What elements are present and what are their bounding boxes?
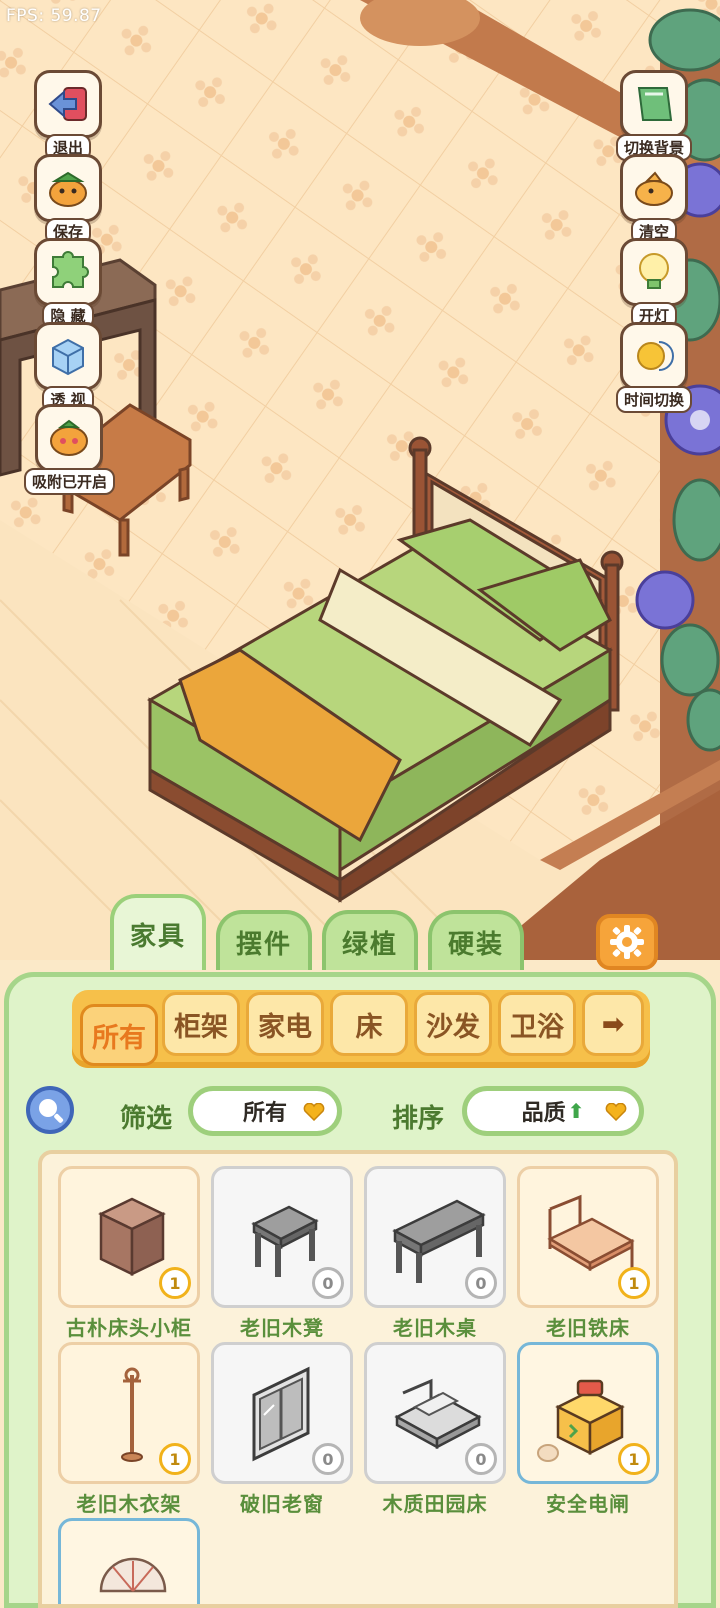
item-card-coat-rack[interactable]: 1 bbox=[58, 1342, 200, 1484]
category-appliances-label: 家电 bbox=[258, 1011, 312, 1043]
fps-counter: FPS: 59.87 bbox=[6, 6, 102, 26]
light-bulb-icon bbox=[620, 238, 688, 306]
tab-hardware-label: 硬装 bbox=[447, 929, 504, 960]
item-name: 木质田园床 bbox=[382, 1492, 488, 1516]
category-beds[interactable]: 床 bbox=[330, 992, 408, 1056]
tab-ornaments[interactable]: 摆件 bbox=[216, 910, 312, 970]
tab-hardware[interactable]: 硬装 bbox=[428, 910, 524, 970]
sort-label: 排序 bbox=[392, 1104, 445, 1134]
sort-ascending-icon: ⬆ bbox=[567, 1099, 585, 1123]
background-switch-icon bbox=[620, 70, 688, 138]
perspective-box-icon bbox=[34, 322, 102, 390]
clear-button[interactable]: 清空 bbox=[606, 154, 702, 245]
time-switch-icon bbox=[620, 322, 688, 390]
settings-button[interactable] bbox=[596, 914, 658, 970]
category-beds-label: 床 bbox=[355, 1011, 383, 1043]
search-icon bbox=[39, 1099, 64, 1123]
fan-item-icon bbox=[99, 1557, 167, 1593]
room-scene[interactable]: FPS: 59.87 退出 保存 隐 藏 透 视 吸附已开启 切换背景 清空 开… bbox=[0, 0, 720, 960]
switch-background-button[interactable]: 切换背景 bbox=[606, 70, 702, 161]
save-button[interactable]: 保存 bbox=[28, 154, 108, 245]
exit-button[interactable]: 退出 bbox=[28, 70, 108, 161]
snap-magnet-icon bbox=[35, 404, 103, 472]
save-bird-icon bbox=[34, 154, 102, 222]
item-count-badge: 1 bbox=[618, 1443, 650, 1475]
filter-label: 筛选 bbox=[120, 1104, 173, 1134]
time-switch-label: 时间切换 bbox=[615, 386, 692, 413]
item-grid: 1 0 0 1 古朴床头小柜 老旧木凳 老旧木桌 老旧铁床 1 0 0 1 老旧… bbox=[38, 1150, 678, 1608]
tab-furniture[interactable]: 家具 bbox=[110, 894, 206, 970]
dropdown-heart-icon bbox=[605, 1103, 627, 1121]
perspective-button[interactable]: 透 视 bbox=[28, 322, 108, 413]
category-next-button[interactable]: ➡ bbox=[582, 992, 644, 1056]
item-card-partial[interactable] bbox=[58, 1518, 200, 1604]
item-name: 破旧老窗 bbox=[240, 1492, 324, 1516]
category-bathroom-label: 卫浴 bbox=[510, 1011, 564, 1043]
exit-arrow-icon bbox=[34, 70, 102, 138]
light-toggle-button[interactable]: 开灯 bbox=[606, 238, 702, 329]
item-count-badge: 1 bbox=[159, 1443, 191, 1475]
item-name: 古朴床头小柜 bbox=[66, 1316, 192, 1340]
tab-ornaments-label: 摆件 bbox=[235, 929, 292, 960]
item-card-old-stool[interactable]: 0 bbox=[211, 1166, 353, 1308]
time-switch-button[interactable]: 时间切换 bbox=[606, 322, 702, 413]
sort-value: 品质 bbox=[521, 1101, 566, 1126]
gear-icon bbox=[610, 925, 644, 959]
category-shelves-label: 柜架 bbox=[174, 1011, 228, 1043]
arrow-right-icon: ➡ bbox=[601, 1008, 625, 1040]
snap-label: 吸附已开启 bbox=[24, 468, 116, 495]
item-card-bedside-cabinet[interactable]: 1 bbox=[58, 1166, 200, 1308]
search-button[interactable] bbox=[26, 1086, 74, 1134]
item-count-badge: 0 bbox=[312, 1267, 344, 1299]
hide-puzzle-icon bbox=[34, 238, 102, 306]
tab-plants[interactable]: 绿植 bbox=[322, 910, 418, 970]
category-all-label: 所有 bbox=[92, 1022, 146, 1054]
item-name: 老旧木桌 bbox=[393, 1316, 477, 1340]
dropdown-heart-icon bbox=[303, 1103, 325, 1121]
item-card-broken-window[interactable]: 0 bbox=[211, 1342, 353, 1484]
filter-value: 所有 bbox=[242, 1101, 287, 1126]
item-card-old-desk[interactable]: 0 bbox=[364, 1166, 506, 1308]
item-card-old-iron-bed[interactable]: 1 bbox=[517, 1166, 659, 1308]
snap-toggle-button[interactable]: 吸附已开启 bbox=[24, 404, 116, 495]
category-appliances[interactable]: 家电 bbox=[246, 992, 324, 1056]
filter-dropdown[interactable]: 所有 bbox=[188, 1086, 342, 1136]
clear-bird-icon bbox=[620, 154, 688, 222]
tab-plants-label: 绿植 bbox=[341, 929, 398, 960]
item-count-badge: 0 bbox=[465, 1267, 497, 1299]
category-bathroom[interactable]: 卫浴 bbox=[498, 992, 576, 1056]
category-shelves[interactable]: 柜架 bbox=[162, 992, 240, 1056]
item-card-pastoral-bed[interactable]: 0 bbox=[364, 1342, 506, 1484]
item-card-safety-breaker[interactable]: 1 bbox=[517, 1342, 659, 1484]
item-count-badge: 1 bbox=[159, 1267, 191, 1299]
item-count-badge: 1 bbox=[618, 1267, 650, 1299]
hide-button[interactable]: 隐 藏 bbox=[28, 238, 108, 329]
category-sofas[interactable]: 沙发 bbox=[414, 992, 492, 1056]
item-count-badge: 0 bbox=[465, 1443, 497, 1475]
item-name: 老旧木凳 bbox=[240, 1316, 324, 1340]
tab-furniture-label: 家具 bbox=[129, 921, 186, 952]
category-sofas-label: 沙发 bbox=[426, 1011, 480, 1043]
item-name: 老旧木衣架 bbox=[76, 1492, 182, 1516]
sort-dropdown[interactable]: 品质 ⬆ bbox=[462, 1086, 644, 1136]
item-name: 老旧铁床 bbox=[546, 1316, 630, 1340]
item-name: 安全电闸 bbox=[546, 1492, 630, 1516]
item-count-badge: 0 bbox=[312, 1443, 344, 1475]
category-all[interactable]: 所有 bbox=[80, 1004, 158, 1066]
